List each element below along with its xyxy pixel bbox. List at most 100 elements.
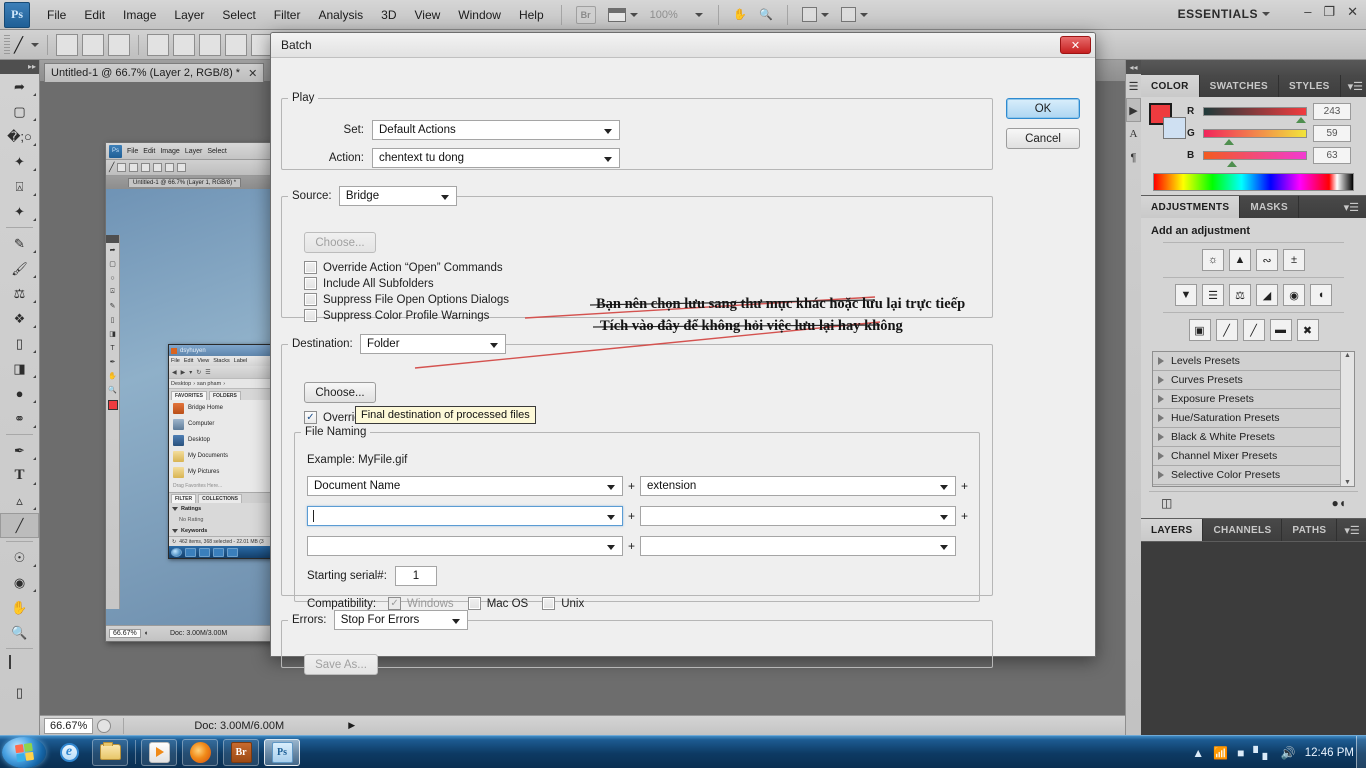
brightness-contrast-icon[interactable]: ☼ bbox=[1202, 249, 1224, 271]
tab-channels[interactable]: CHANNELS bbox=[1203, 519, 1283, 541]
filename-part-5-dropdown[interactable] bbox=[307, 536, 623, 556]
signal-icon[interactable]: ▘▖ bbox=[1253, 746, 1271, 760]
options-bar-grip[interactable] bbox=[4, 34, 10, 55]
healing-brush-tool[interactable]: ✎ bbox=[0, 231, 39, 256]
source-choose-button[interactable]: Choose... bbox=[304, 232, 376, 253]
color-spectrum-ramp[interactable] bbox=[1153, 173, 1354, 191]
cancel-button[interactable]: Cancel bbox=[1006, 128, 1080, 149]
adjustment-presets-list[interactable]: Levels Presets Curves Presets Exposure P… bbox=[1152, 351, 1355, 487]
errors-dropdown[interactable]: Stop For Errors bbox=[333, 610, 468, 630]
selective-color-icon[interactable]: ✖ bbox=[1296, 319, 1319, 341]
suppress-open-dialogs-checkbox[interactable]: Suppress File Open Options Dialogs bbox=[304, 293, 509, 306]
launch-bridge-button[interactable]: Br bbox=[572, 5, 600, 25]
move-tool[interactable]: ➦ bbox=[0, 74, 39, 99]
type-tool[interactable]: T bbox=[0, 463, 39, 488]
compatibility-macos-checkbox[interactable]: Mac OS bbox=[467, 597, 528, 610]
gradient-map-icon[interactable]: ▬ bbox=[1269, 319, 1292, 341]
tab-color[interactable]: COLOR bbox=[1141, 75, 1200, 97]
pen-tool[interactable]: ✒ bbox=[0, 438, 39, 463]
override-open-checkbox[interactable]: Override Action “Open” Commands bbox=[304, 261, 509, 274]
status-menu-arrow[interactable]: ▶ bbox=[348, 720, 355, 731]
taskbar-item-media-player[interactable] bbox=[141, 738, 177, 766]
list-item[interactable]: Curves Presets bbox=[1153, 371, 1354, 390]
tab-adjustments[interactable]: ADJUSTMENTS bbox=[1141, 196, 1241, 218]
panel-menu-icon[interactable]: ▾☰ bbox=[1337, 196, 1366, 218]
slider-knob[interactable] bbox=[1224, 139, 1234, 145]
invert-icon[interactable]: ▣ bbox=[1188, 319, 1211, 341]
workspace-switcher[interactable]: ESSENTIALS bbox=[1178, 7, 1270, 21]
tools-collapse-button[interactable]: ▸▸ bbox=[0, 60, 39, 74]
taskbar-item-photoshop[interactable]: Ps bbox=[264, 738, 300, 766]
start-button[interactable] bbox=[2, 736, 46, 768]
filename-part-4-dropdown[interactable] bbox=[640, 506, 957, 526]
slider-knob[interactable] bbox=[1296, 117, 1306, 123]
document-window[interactable]: Ps File Edit Image Layer Select ╱ Untitl… bbox=[105, 142, 287, 642]
show-desktop-button[interactable] bbox=[1356, 736, 1366, 768]
quick-selection-tool[interactable]: ✦ bbox=[0, 149, 39, 174]
rectangle-button[interactable] bbox=[199, 33, 222, 56]
arrange-documents-button[interactable] bbox=[798, 5, 833, 25]
pen-tool-button[interactable] bbox=[147, 33, 170, 56]
line-tool-icon[interactable]: ╱ bbox=[14, 36, 23, 54]
list-item[interactable]: Exposure Presets bbox=[1153, 390, 1354, 409]
zoom-level-display[interactable]: 100% bbox=[646, 5, 682, 25]
errors-save-as-button[interactable]: Save As... bbox=[304, 654, 378, 675]
show-hidden-icons-icon[interactable]: ▲ bbox=[1192, 746, 1204, 760]
shape-tool-button[interactable] bbox=[56, 33, 79, 56]
menu-help[interactable]: Help bbox=[510, 4, 553, 26]
menu-select[interactable]: Select bbox=[213, 4, 264, 26]
close-button[interactable]: ✕ bbox=[1347, 4, 1358, 20]
action-set-dropdown[interactable]: Default Actions bbox=[372, 120, 620, 140]
menu-edit[interactable]: Edit bbox=[75, 4, 114, 26]
scroll-up-icon[interactable]: ▲ bbox=[1344, 352, 1351, 359]
color-swatches[interactable] bbox=[1149, 103, 1186, 139]
destination-dropdown[interactable]: Folder bbox=[359, 334, 506, 354]
taskbar-item-firefox[interactable] bbox=[182, 738, 218, 766]
curves-icon[interactable]: ∾ bbox=[1256, 249, 1278, 271]
include-subfolders-checkbox[interactable]: Include All Subfolders bbox=[304, 277, 509, 290]
crop-tool[interactable]: ⍓ bbox=[0, 174, 39, 199]
presets-scrollbar[interactable]: ▲ ▼ bbox=[1340, 352, 1354, 486]
3d-rotate-tool[interactable]: ☉ bbox=[0, 545, 39, 570]
threshold-icon[interactable]: ╱ bbox=[1242, 319, 1265, 341]
filename-part-3-dropdown[interactable] bbox=[307, 506, 623, 526]
taskbar-item-internet-explorer[interactable]: e bbox=[51, 739, 87, 766]
panel-menu-icon[interactable]: ▾☰ bbox=[1341, 75, 1366, 97]
green-slider[interactable] bbox=[1203, 129, 1307, 145]
menu-layer[interactable]: Layer bbox=[165, 4, 213, 26]
red-value[interactable]: 243 bbox=[1313, 103, 1351, 120]
eraser-tool[interactable]: ▯ bbox=[0, 331, 39, 356]
list-item[interactable]: Channel Mixer Presets bbox=[1153, 447, 1354, 466]
green-value[interactable]: 59 bbox=[1313, 125, 1351, 142]
levels-icon[interactable]: ▲ bbox=[1229, 249, 1251, 271]
clone-stamp-tool[interactable]: ⚖ bbox=[0, 281, 39, 306]
list-item[interactable]: Black & White Presets bbox=[1153, 428, 1354, 447]
menu-file[interactable]: File bbox=[38, 4, 75, 26]
action-dropdown[interactable]: chentext tu dong bbox=[372, 148, 620, 168]
vibrance-icon[interactable]: ▼ bbox=[1175, 284, 1197, 306]
eyedropper-tool[interactable]: ✦ bbox=[0, 199, 39, 224]
menu-analysis[interactable]: Analysis bbox=[309, 4, 372, 26]
clip-to-layer-icon[interactable]: ◫ bbox=[1161, 496, 1172, 510]
tab-swatches[interactable]: SWATCHES bbox=[1200, 75, 1279, 97]
fill-pixels-button[interactable] bbox=[108, 33, 131, 56]
document-tab[interactable]: Untitled-1 @ 66.7% (Layer 2, RGB/8) * ✕ bbox=[44, 63, 265, 82]
foreground-color-swatch[interactable] bbox=[0, 652, 39, 669]
destination-choose-button[interactable]: Choose... bbox=[304, 382, 376, 403]
compatibility-unix-checkbox[interactable]: Unix bbox=[542, 597, 584, 610]
filename-part-1-dropdown[interactable]: Document Name bbox=[307, 476, 623, 496]
menu-view[interactable]: View bbox=[405, 4, 449, 26]
collapse-panels-button[interactable]: ◂◂ bbox=[1126, 60, 1141, 74]
photoshop-logo[interactable]: Ps bbox=[4, 1, 30, 28]
suppress-color-warnings-checkbox[interactable]: Suppress Color Profile Warnings bbox=[304, 309, 509, 322]
freeform-pen-button[interactable] bbox=[173, 33, 196, 56]
black-white-icon[interactable]: ◢ bbox=[1256, 284, 1278, 306]
toggle-visibility-icon[interactable]: ●◖ bbox=[1332, 496, 1347, 510]
hand-tool[interactable]: ✋ bbox=[0, 595, 39, 620]
zoom-level-field[interactable]: 66.67% bbox=[44, 717, 94, 734]
ok-button[interactable]: OK bbox=[1006, 98, 1080, 119]
compatibility-windows-checkbox[interactable]: ✓ Windows bbox=[388, 597, 454, 610]
scroll-down-icon[interactable]: ▼ bbox=[1344, 479, 1351, 486]
gradient-tool[interactable]: ◨ bbox=[0, 356, 39, 381]
starting-serial-input[interactable]: 1 bbox=[394, 566, 437, 586]
